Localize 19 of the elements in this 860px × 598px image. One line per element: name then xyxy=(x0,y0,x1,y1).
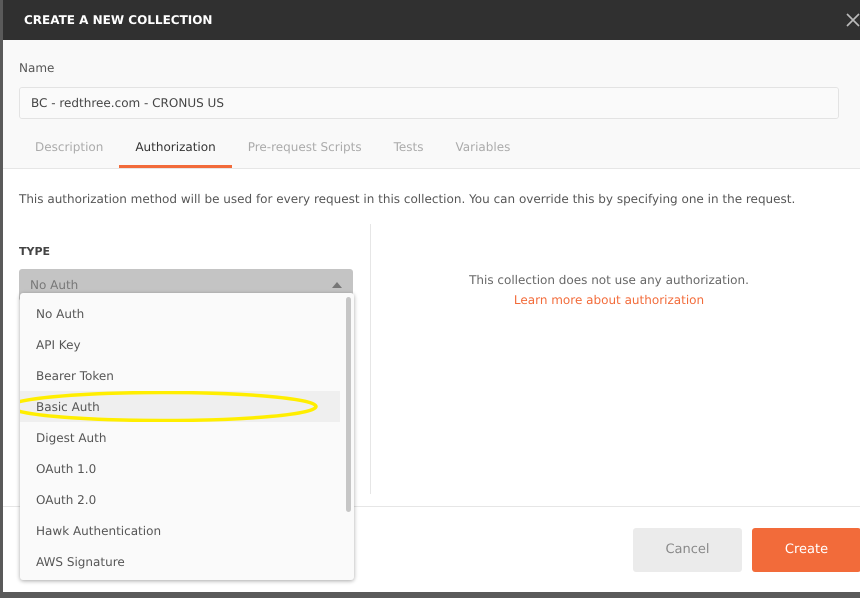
dropdown-option[interactable]: OAuth 1.0 xyxy=(20,453,340,484)
dropdown-option[interactable]: Basic Auth xyxy=(20,391,340,422)
field-label: Name xyxy=(19,60,56,77)
scrollbar-icon[interactable] xyxy=(346,297,351,512)
info-text: This collection does not use any authorization. Learn more about authorization xyxy=(411,273,807,310)
dropdown-option[interactable]: No Auth xyxy=(20,298,340,329)
close-icon[interactable] xyxy=(845,12,860,28)
window-title: CREATE A NEW COLLECTION xyxy=(24,12,212,29)
dropdown-option[interactable]: Bearer Token xyxy=(20,360,340,391)
dropdown-option[interactable]: OAuth 2.0 xyxy=(20,484,340,515)
dropdown-option[interactable]: Digest Auth xyxy=(20,422,340,453)
dropdown-option[interactable]: Hawk Authentication xyxy=(20,515,340,546)
name-field[interactable]: BC - redthree.com - CRONUS US xyxy=(19,87,839,119)
caret-icon xyxy=(332,282,342,288)
dropdown-option[interactable]: API Key xyxy=(20,329,340,360)
dropdown-option[interactable]: AWS Signature xyxy=(20,546,340,577)
description-text: This authorization method will be used for every request in this collection. You can override this by specifying one in the request. xyxy=(19,191,796,208)
field-label: TYPE xyxy=(19,244,52,260)
tab[interactable]: Authorization xyxy=(119,138,232,168)
